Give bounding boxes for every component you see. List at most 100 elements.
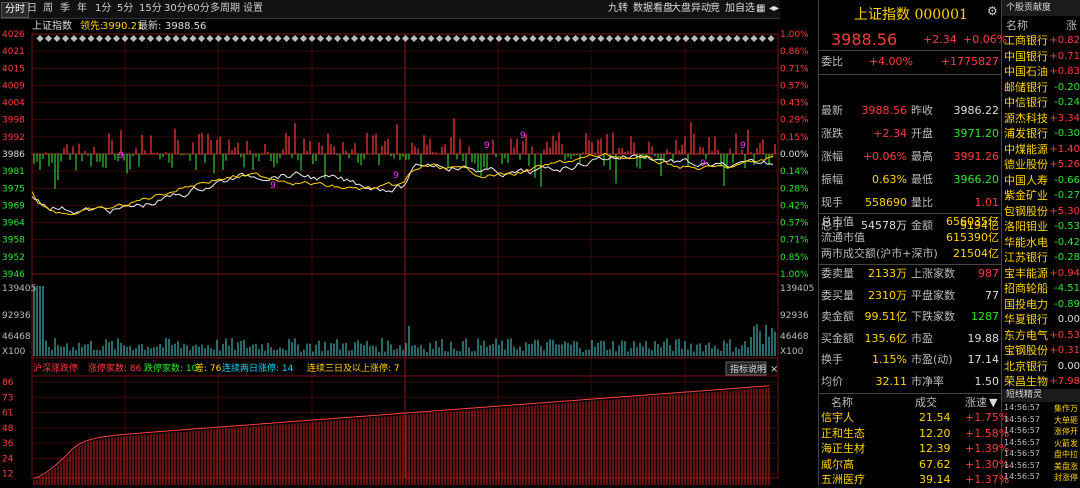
order-row: 委卖量 2133万 上涨家数 987 (819, 264, 1001, 284)
contribution-stock-name[interactable]: 紫金矿业 (1004, 187, 1048, 204)
short-line-label[interactable]: 火箭发 (1054, 438, 1078, 449)
contribution-stock-name[interactable]: 中国石油 (1004, 63, 1048, 80)
contribution-stock-name[interactable]: 德业股份 (1004, 156, 1048, 173)
event-diamond (588, 34, 597, 43)
short-line-label[interactable]: 集作万 (1054, 403, 1078, 414)
col-change[interactable]: 涨 (1066, 17, 1077, 33)
pct-tick: 1.00% (780, 30, 809, 40)
tab-5min[interactable]: 5分 (114, 2, 136, 16)
price-tick: 4004 (2, 99, 25, 109)
stock-name[interactable]: 威尔高 (821, 456, 854, 473)
contribution-stock-name[interactable]: 中国银行 (1004, 48, 1048, 65)
breadth-title: 沪深涨跌停 (33, 362, 78, 374)
event-diamond (418, 34, 427, 43)
indicator-help-button[interactable]: 指标说明 (730, 363, 766, 375)
stat-value: 3971.20 (953, 127, 1000, 140)
stat-value: 1.50 (974, 374, 1000, 388)
stock-name[interactable]: 信宇人 (821, 409, 854, 426)
contribution-stock-name[interactable]: 宝钢股份 (1004, 342, 1048, 359)
event-diamond (469, 34, 478, 43)
event-diamond (274, 34, 282, 43)
stock-name[interactable]: 海正生材 (821, 440, 865, 457)
col-name[interactable]: 名称 (1006, 17, 1028, 33)
contribution-stock-name[interactable]: 洛阳钼业 (1004, 218, 1048, 235)
contribution-stock-name[interactable]: 邮储银行 (1004, 79, 1048, 96)
event-diamond (452, 34, 461, 43)
contribution-stock-name[interactable]: 华能水电 (1004, 234, 1048, 251)
tab-day[interactable]: 日 (24, 2, 40, 16)
contribution-stock-name[interactable]: 包钢股份 (1004, 203, 1048, 220)
contribution-stock-name[interactable]: 华夏银行 (1004, 311, 1048, 328)
tab-jiuzhuan[interactable]: 九转 (605, 2, 631, 16)
tab-bid[interactable]: 竞 (707, 2, 723, 16)
event-diamond (461, 34, 469, 43)
contribution-header: 个股贡献度 (1002, 0, 1080, 16)
stock-name[interactable]: 正和生态 (821, 425, 865, 442)
contribution-stock-name[interactable]: 国投电力 (1004, 296, 1048, 313)
event-diamond (180, 34, 189, 43)
short-line-label[interactable]: 大单砸 (1054, 415, 1078, 426)
contribution-stock-value: -0.66 (1054, 171, 1080, 189)
event-diamond (384, 34, 393, 43)
close-icon[interactable]: × (770, 364, 778, 375)
event-diamond (223, 34, 231, 43)
contribution-stock-value: 0.00 (1057, 311, 1080, 328)
intraday-chart[interactable]: 上证指数 领先: 3990.21 最新: 3988.56 4026 1.00% 40… (0, 18, 818, 485)
tab-year[interactable]: 年 (74, 2, 90, 16)
price-tick: 3975 (2, 184, 25, 194)
contribution-stock-name[interactable]: 工商银行 (1004, 32, 1048, 49)
pct-tick: 1.00% (780, 270, 809, 280)
event-diamond (571, 34, 580, 43)
stat-label: 换手 (821, 353, 843, 366)
event-diamond (614, 34, 622, 43)
contribution-stock-value: +1.40 (1049, 140, 1080, 158)
event-diamond (44, 34, 53, 43)
short-line-label[interactable]: 美盘涨 (1054, 461, 1078, 472)
contribution-stock-value: -0.28 (1054, 249, 1080, 266)
event-diamond (214, 34, 223, 43)
contribution-stock-name[interactable]: 江苏银行 (1004, 249, 1048, 266)
stat-value: 3991.26 (953, 150, 1000, 163)
event-diamond (665, 34, 673, 43)
stat-label: 市净率 (911, 374, 944, 388)
short-line-label[interactable]: 涨停开 (1054, 426, 1078, 437)
event-diamond (486, 34, 495, 43)
event-diamond (648, 34, 656, 43)
breadth-tick: 48 (2, 424, 14, 434)
contribution-stock-name[interactable]: 荣昌生物 (1004, 373, 1048, 390)
event-diamond (146, 34, 155, 43)
tab-week[interactable]: 周 (40, 2, 56, 16)
volume-tick-right: 46468 (780, 332, 809, 342)
short-line-label[interactable]: 封涨停 (1054, 472, 1078, 483)
stat-value: 987 (978, 267, 999, 280)
contribution-stock-value: +3.34 (1049, 109, 1080, 127)
contribution-stock-name[interactable]: 中信银行 (1004, 94, 1048, 111)
tab-settings[interactable]: 设置 (240, 2, 266, 16)
stat-value: 558690 (865, 196, 907, 209)
contribution-stock-name[interactable]: 宝丰能源 (1004, 265, 1048, 282)
contribution-stock-name[interactable]: 东方电气 (1004, 327, 1048, 344)
tab-multi-period[interactable]: 多周期 (207, 2, 243, 16)
contribution-list: 个股贡献度 名称 涨 工商银行 +0.82 中国银行 +0.71 中国石油 +0.8… (1001, 0, 1080, 485)
contribution-stock-name[interactable]: 招商轮船 (1004, 280, 1048, 297)
stock-name[interactable]: 五洲医疗 (821, 471, 865, 488)
event-diamond (733, 34, 741, 43)
contribution-stock-name[interactable]: 源杰科技 (1004, 110, 1048, 127)
event-diamond (741, 34, 750, 43)
contribution-stock-value: +7.98 (1049, 373, 1080, 390)
tab-1min[interactable]: 1分 (92, 2, 114, 16)
stat-label: 现手 (821, 196, 843, 209)
gear-icon[interactable]: ⚙ (987, 4, 998, 18)
contribution-stock-name[interactable]: 中煤能源 (1004, 141, 1048, 158)
tab-season[interactable]: 季 (57, 2, 73, 16)
market-label: 两市成交额(沪市+深市) (821, 247, 938, 260)
contribution-stock-name[interactable]: 中国人寿 (1004, 172, 1048, 189)
contribution-stock-name[interactable]: 北京银行 (1004, 358, 1048, 375)
event-diamond (546, 34, 554, 43)
stat-value: 3986.22 (953, 104, 1000, 117)
two-day-limit: 连续两日涨停: 14 (222, 362, 294, 374)
scroll-arrows-icon[interactable]: ◂▸ (766, 2, 782, 16)
contribution-stock-name[interactable]: 浦发银行 (1004, 125, 1048, 142)
short-line-label[interactable]: 盘中拉 (1054, 449, 1078, 460)
nine-turn-marker: 9 (484, 141, 490, 151)
